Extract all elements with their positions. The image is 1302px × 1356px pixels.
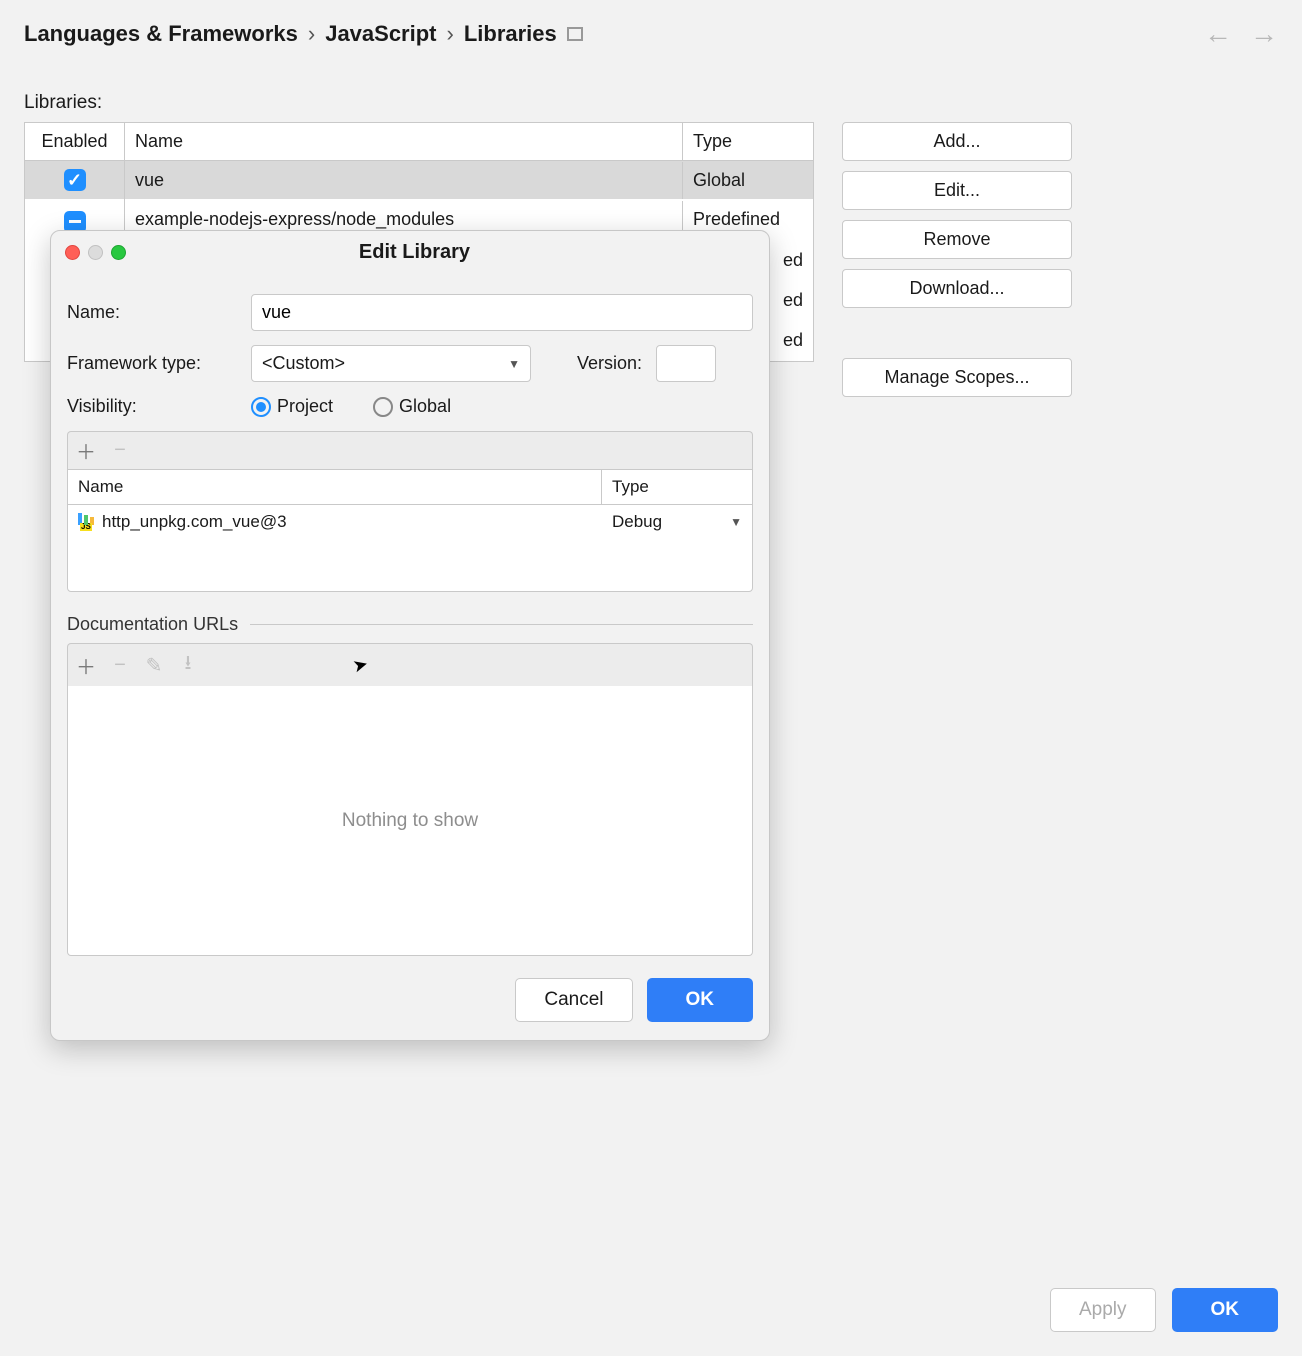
doc-toolbar: ＋ − ✎ ⭳ (67, 643, 753, 686)
manage-scopes-button[interactable]: Manage Scopes... (842, 358, 1072, 397)
back-arrow-icon[interactable]: ← (1204, 18, 1232, 50)
files-column-type[interactable]: Type (602, 470, 752, 504)
files-column-name[interactable]: Name (68, 470, 602, 504)
download-icon: ⭳ (178, 648, 198, 682)
files-row-name: http_unpkg.com_vue@3 (102, 512, 287, 532)
version-label: Version: (577, 353, 642, 374)
maximize-icon[interactable] (111, 245, 126, 260)
dialog-ok-button[interactable]: OK (647, 978, 754, 1022)
cancel-button[interactable]: Cancel (515, 978, 632, 1022)
visibility-project-radio[interactable]: Project (251, 396, 333, 417)
remove-icon: − (110, 439, 130, 462)
breadcrumb-separator: › (308, 21, 315, 47)
version-input[interactable] (656, 345, 716, 382)
expand-icon[interactable] (567, 27, 583, 41)
name-label: Name: (67, 302, 237, 323)
framework-type-label: Framework type: (67, 353, 237, 374)
download-button[interactable]: Download... (842, 269, 1072, 308)
radio-icon (251, 397, 271, 417)
chevron-down-icon: ▼ (508, 357, 520, 371)
dialog-title: Edit Library (126, 241, 755, 264)
visibility-global-radio[interactable]: Global (373, 396, 451, 417)
files-row-type: Debug (612, 512, 662, 532)
breadcrumb: Languages & Frameworks › JavaScript › Li… (24, 21, 583, 47)
remove-icon: − (110, 654, 130, 677)
column-type[interactable]: Type (683, 123, 813, 160)
breadcrumb-item-javascript[interactable]: JavaScript (325, 21, 436, 47)
forward-arrow-icon[interactable]: → (1250, 18, 1278, 50)
row-type: Global (683, 162, 813, 199)
close-icon[interactable] (65, 245, 80, 260)
add-icon[interactable]: ＋ (76, 651, 96, 680)
enabled-checkbox[interactable]: ✓ (64, 169, 86, 191)
breadcrumb-item-libraries[interactable]: Libraries (464, 21, 557, 47)
apply-button[interactable]: Apply (1050, 1288, 1156, 1332)
add-button[interactable]: Add... (842, 122, 1072, 161)
js-library-icon: JS (78, 513, 96, 531)
documentation-urls-heading: Documentation URLs (67, 614, 753, 635)
name-input[interactable] (251, 294, 753, 331)
chevron-down-icon[interactable]: ▼ (730, 515, 742, 529)
breadcrumb-item-languages[interactable]: Languages & Frameworks (24, 21, 298, 47)
remove-button[interactable]: Remove (842, 220, 1072, 259)
files-toolbar: ＋ − (67, 431, 753, 469)
breadcrumb-separator: › (447, 21, 454, 47)
column-enabled[interactable]: Enabled (25, 123, 125, 160)
files-row[interactable]: JS http_unpkg.com_vue@3 Debug ▼ (68, 505, 752, 539)
edit-library-dialog: Edit Library Name: Framework type: <Cust… (50, 230, 770, 1041)
doc-urls-empty: Nothing to show (67, 686, 753, 956)
ok-button[interactable]: OK (1172, 1288, 1279, 1332)
visibility-label: Visibility: (67, 396, 237, 417)
table-row[interactable]: ✓ vue Global (25, 161, 813, 199)
framework-type-select[interactable]: <Custom> ▼ (251, 345, 531, 382)
libraries-heading: Libraries: (24, 92, 1278, 114)
add-icon[interactable]: ＋ (76, 436, 96, 465)
edit-icon: ✎ (144, 653, 164, 678)
radio-icon (373, 397, 393, 417)
minimize-icon (88, 245, 103, 260)
files-table: Name Type JS http_unpkg.com_vue@3 Debug … (67, 469, 753, 592)
row-name: vue (125, 162, 683, 199)
edit-button[interactable]: Edit... (842, 171, 1072, 210)
framework-type-value: <Custom> (262, 353, 345, 374)
column-name[interactable]: Name (125, 123, 683, 160)
